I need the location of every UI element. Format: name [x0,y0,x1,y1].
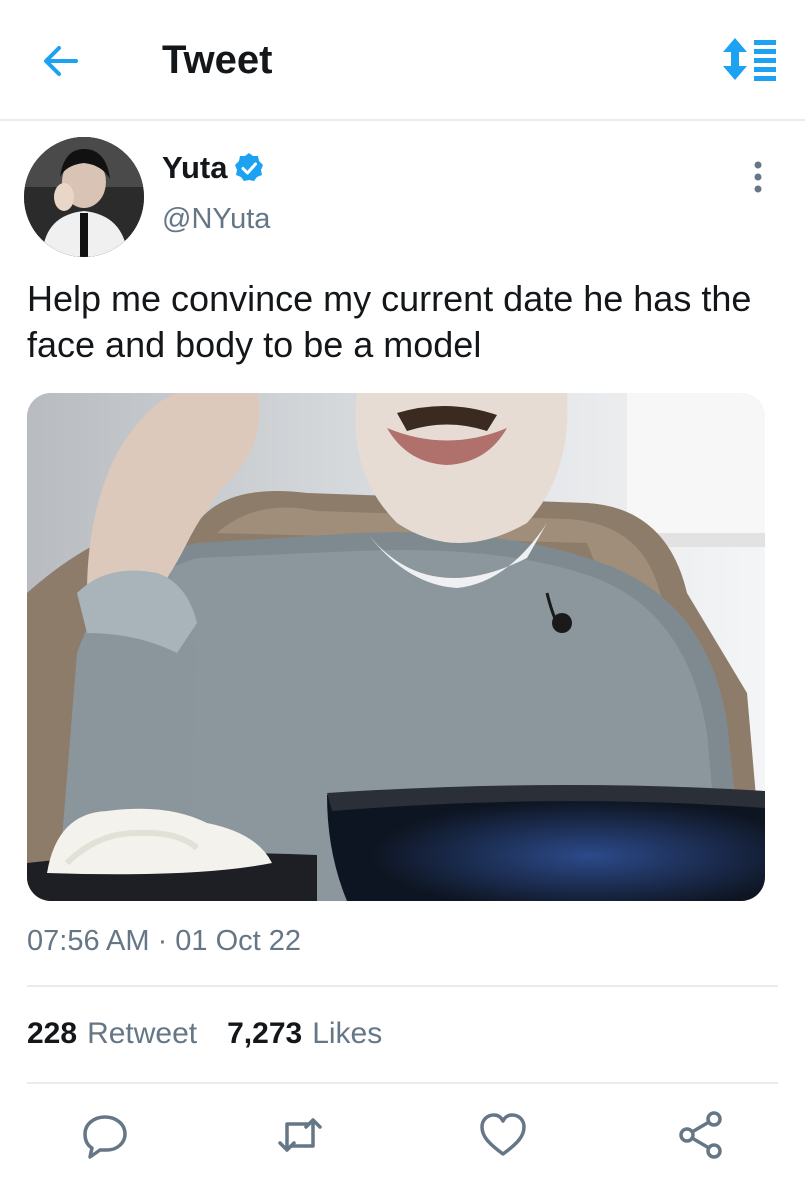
like-count[interactable]: 7,273 [227,1017,302,1051]
arrow-left-icon [44,46,78,76]
page-title: Tweet [162,38,273,82]
more-vertical-icon [754,161,762,193]
like-icon [480,1113,526,1156]
avatar[interactable] [24,137,144,257]
share-icon [679,1111,722,1159]
author-handle[interactable]: @NYuta [162,203,270,236]
back-button[interactable] [40,40,82,82]
tweet-actions [0,1110,805,1170]
reply-button[interactable] [80,1110,130,1160]
more-options-button[interactable] [744,158,772,198]
retweet-button[interactable] [275,1110,325,1160]
tweet-stats: 228 Retweet 7,273 Likes [27,1017,382,1051]
share-button[interactable] [676,1110,726,1160]
tweet-timestamp: 07:56 AM · 01 Oct 22 [27,925,302,957]
sort-button[interactable] [722,36,778,82]
top-bar: Tweet [0,0,805,121]
avatar-photo [24,137,144,257]
tweet-photo [27,393,765,901]
retweet-count[interactable]: 228 [27,1017,77,1051]
sort-icon [723,38,776,81]
divider [27,1082,778,1084]
stat-spacer [197,1017,227,1051]
author-name-row[interactable]: Yuta [162,150,265,186]
verified-badge-icon [235,153,264,181]
retweet-icon [278,1118,322,1152]
reply-icon [83,1115,127,1159]
divider [27,985,778,987]
like-label[interactable]: Likes [312,1017,382,1051]
like-button[interactable] [478,1110,528,1160]
author-display-name[interactable]: Yuta [162,150,227,186]
retweet-label[interactable]: Retweet [87,1017,197,1051]
tweet-media[interactable] [27,393,765,901]
tweet-text: Help me convince my current date he has … [27,278,752,365]
